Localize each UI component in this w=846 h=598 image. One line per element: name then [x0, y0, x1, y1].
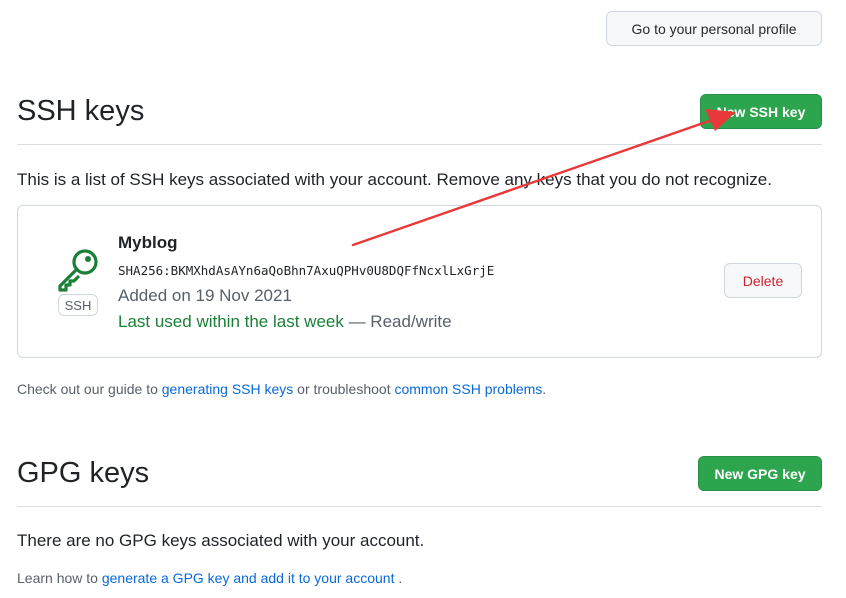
ssh-type-badge: SSH [58, 294, 98, 316]
new-ssh-key-button[interactable]: New SSH key [700, 94, 822, 129]
guide-middle: or troubleshoot [293, 381, 395, 397]
ssh-keys-title: SSH keys [17, 95, 145, 127]
gpg-divider [17, 506, 822, 507]
ssh-divider [17, 144, 822, 145]
key-last-used-text: Last used within the last week [118, 312, 344, 331]
key-icon [58, 249, 98, 292]
key-last-used: Last used within the last week — Read/wr… [118, 312, 452, 332]
learn-prefix: Learn how to [17, 570, 102, 586]
ssh-intro-text: This is a list of SSH keys associated wi… [17, 170, 772, 189]
ssh-key-card: SSH Myblog SHA256:BKMXhdAsAYn6aQoBhn7Axu… [17, 205, 822, 358]
common-ssh-problems-link[interactable]: common SSH problems [394, 381, 542, 397]
learn-suffix: . [394, 570, 403, 586]
generate-gpg-key-link[interactable]: generate a GPG key and add it to your ac… [102, 570, 395, 586]
key-added-date: Added on 19 Nov 2021 [118, 286, 292, 305]
ssh-guide-text: Check out our guide to generating SSH ke… [17, 381, 546, 397]
new-gpg-key-button[interactable]: New GPG key [698, 456, 822, 491]
ssh-gpg-settings-page: Go to your personal profile SSH keys New… [0, 0, 846, 598]
gpg-intro-text: There are no GPG keys associated with yo… [17, 531, 425, 550]
guide-prefix: Check out our guide to [17, 381, 162, 397]
gpg-keys-title: GPG keys [17, 457, 150, 489]
generating-ssh-keys-link[interactable]: generating SSH keys [162, 381, 294, 397]
gpg-learn-text: Learn how to generate a GPG key and add … [17, 570, 402, 586]
key-title: Myblog [118, 233, 178, 252]
delete-key-button[interactable]: Delete [724, 263, 802, 298]
go-to-profile-button[interactable]: Go to your personal profile [606, 11, 822, 46]
key-access-level: — Read/write [343, 312, 452, 331]
guide-suffix: . [542, 381, 547, 397]
key-fingerprint: SHA256:BKMXhdAsAYn6aQoBhn7AxuQPHv0U8DQFf… [118, 263, 495, 278]
